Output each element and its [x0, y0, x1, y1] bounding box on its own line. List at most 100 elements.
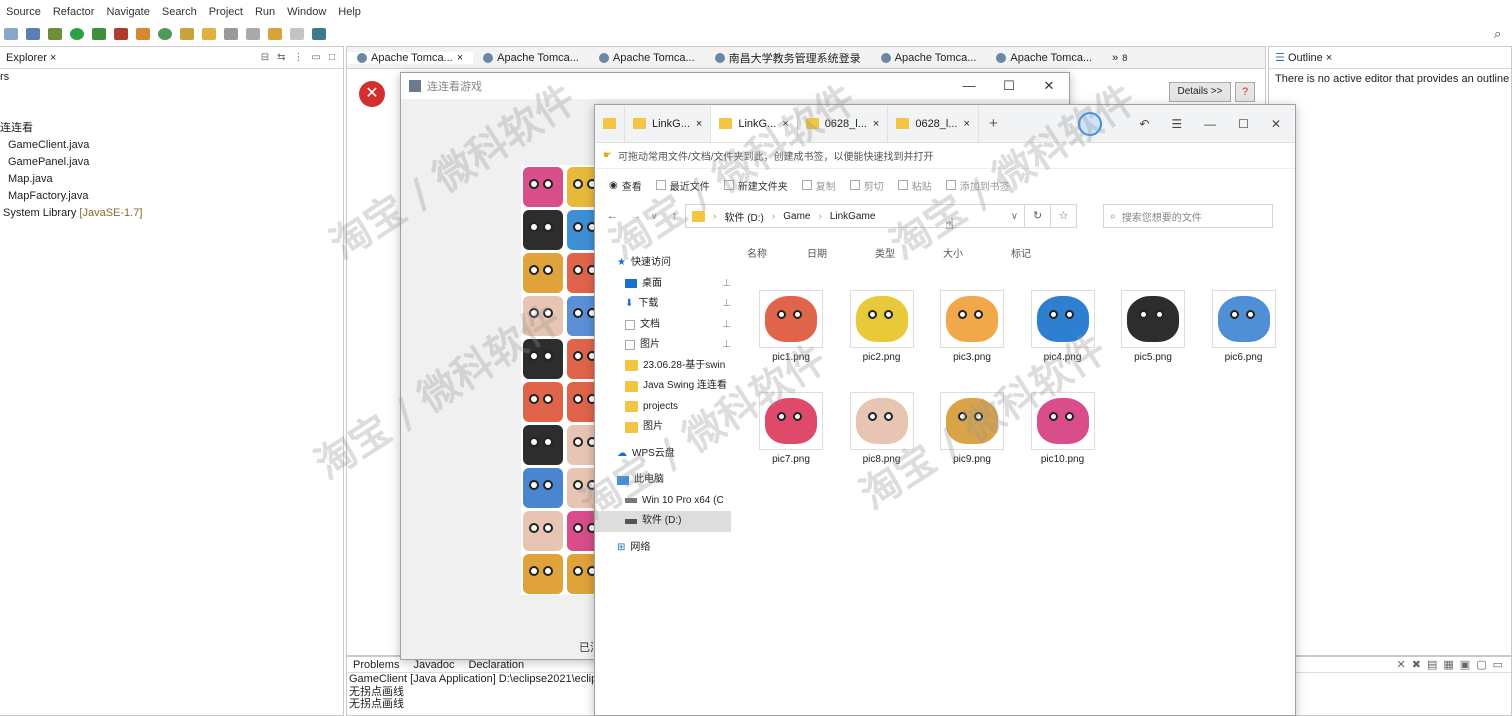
menu-source[interactable]: Source	[0, 0, 47, 24]
file-item[interactable]: pic1.png	[751, 290, 831, 363]
breadcrumb-game[interactable]: Game	[783, 211, 810, 222]
game-tile[interactable]	[523, 167, 563, 207]
fe-tab-1[interactable]: LinkG... ×	[625, 105, 712, 142]
recent-button[interactable]: 最近文件	[655, 178, 710, 193]
minimize-icon[interactable]: ▭	[312, 52, 321, 63]
menu-project[interactable]: Project	[203, 0, 249, 24]
help-icon[interactable]: ?	[1235, 82, 1255, 102]
close-icon[interactable]: ×	[457, 52, 463, 64]
nav-quick-access[interactable]: ★ 快速访问	[617, 253, 731, 274]
undo-icon[interactable]: ↶	[1139, 117, 1149, 131]
editor-tab-6[interactable]: Apache Tomca...	[986, 52, 1102, 64]
collapse-all-icon[interactable]: ⊟	[261, 52, 269, 63]
display-console-icon[interactable]: ▢	[1476, 658, 1486, 671]
debug-icon[interactable]	[48, 28, 62, 40]
cut-button[interactable]: 剪切	[849, 178, 884, 193]
editor-tab-1[interactable]: Apache Tomca... ×	[347, 51, 474, 64]
open-perspective-icon[interactable]	[312, 28, 326, 40]
column-type[interactable]: 类型	[875, 245, 943, 260]
paste-button[interactable]: 粘贴	[897, 178, 932, 193]
file-item[interactable]: pic8.png	[842, 392, 922, 465]
open-type-icon[interactable]	[180, 28, 194, 40]
open-console-icon[interactable]: ▭	[1493, 658, 1503, 671]
fe-home-tab[interactable]	[595, 105, 625, 142]
game-tile[interactable]	[523, 468, 563, 508]
game-tile[interactable]	[523, 296, 563, 336]
search-field[interactable]: ⌕ 搜索您想要的文件	[1103, 204, 1274, 228]
new-tab-button[interactable]: +	[979, 115, 1008, 132]
file-item[interactable]: pic3.png	[932, 290, 1012, 363]
tree-package[interactable]: 连连看	[0, 120, 343, 137]
search-tool-icon[interactable]	[202, 28, 216, 40]
back-arrow-icon[interactable]: ←	[607, 210, 618, 222]
nav-pictures[interactable]: 图片 ⊥	[617, 335, 731, 356]
clear-console-icon[interactable]: ▤	[1427, 658, 1437, 671]
pin-icon[interactable]: ⊥	[722, 315, 731, 335]
file-item[interactable]: pic10.png	[1023, 392, 1103, 465]
fe-tab-2[interactable]: LinkG... ×	[711, 105, 798, 142]
menu-navigate[interactable]: Navigate	[100, 0, 155, 24]
menu-refactor[interactable]: Refactor	[47, 0, 101, 24]
back-icon[interactable]	[268, 28, 282, 40]
nav-folder-javaswing[interactable]: Java Swing 连连看	[617, 376, 731, 397]
game-tile[interactable]	[523, 382, 563, 422]
view-menu-icon[interactable]: ⋮	[294, 52, 304, 63]
avatar[interactable]	[1077, 111, 1102, 136]
tree-file-mapfactory[interactable]: MapFactory.java	[0, 188, 343, 205]
close-icon[interactable]: ✕	[1029, 78, 1069, 94]
annotation-icon[interactable]	[224, 28, 238, 40]
pin-icon[interactable]: ⊥	[722, 274, 731, 294]
nav-drive-c[interactable]: Win 10 Pro x64 (C	[617, 491, 731, 512]
minimize-icon[interactable]: —	[1204, 117, 1216, 131]
forward-icon[interactable]	[290, 28, 304, 40]
nav-network[interactable]: ⊞ 网络	[617, 538, 731, 559]
tree-file-gameclient[interactable]: GameClient.java	[0, 137, 343, 154]
refresh-icon[interactable]: ↻	[1025, 204, 1052, 228]
tab-declaration[interactable]: Declaration	[468, 659, 524, 671]
print-icon[interactable]	[26, 28, 40, 40]
column-name[interactable]: 名称	[747, 245, 807, 260]
nav-downloads[interactable]: ⬇ 下载 ⊥	[617, 294, 731, 315]
fe-tab-4[interactable]: 0628_l... ×	[888, 105, 979, 142]
tree-item-frag[interactable]: rs	[0, 69, 343, 86]
column-tag[interactable]: 标记	[1011, 245, 1071, 260]
column-date[interactable]: 日期	[807, 245, 875, 260]
close-icon[interactable]: ×	[782, 118, 788, 130]
pin-console-icon[interactable]: ▣	[1460, 658, 1470, 671]
add-bookmark-button[interactable]: 添加到书签	[945, 178, 1010, 193]
file-item[interactable]: pic5.png	[1113, 290, 1193, 363]
new-package-icon[interactable]	[158, 28, 172, 40]
breadcrumb-drive[interactable]: 软件 (D:)	[724, 209, 763, 224]
editor-tab-3[interactable]: Apache Tomca...	[589, 52, 705, 64]
close-icon[interactable]: ×	[873, 118, 879, 130]
game-tile[interactable]	[523, 511, 563, 551]
tree-file-map[interactable]: Map.java	[0, 171, 343, 188]
nav-documents[interactable]: 文档 ⊥	[617, 315, 731, 336]
tree-file-gamepanel[interactable]: GamePanel.java	[0, 154, 343, 171]
column-size[interactable]: 大小	[943, 245, 1011, 260]
editor-tab-4[interactable]: 南昌大学教务管理系统登录	[705, 50, 871, 66]
tree-system-library[interactable]: System Library [JavaSE-1.7]	[0, 205, 343, 222]
forward-arrow-icon[interactable]: →	[630, 210, 641, 222]
tab-javadoc[interactable]: Javadoc	[413, 659, 454, 671]
game-tile[interactable]	[523, 339, 563, 379]
minimize-icon[interactable]: —	[949, 78, 989, 94]
explorer-tab[interactable]: Explorer ×	[0, 47, 62, 69]
scroll-lock-icon[interactable]: ▦	[1443, 658, 1453, 671]
editor-tab-overflow[interactable]: » 8	[1102, 52, 1137, 64]
menu-search[interactable]: Search	[156, 0, 203, 24]
view-button[interactable]: ◉ 查看	[609, 178, 642, 193]
terminate-icon[interactable]: ✕	[1397, 658, 1406, 671]
file-item[interactable]: pic2.png	[842, 290, 922, 363]
pin-icon[interactable]: ⊥	[722, 294, 731, 314]
outline-tab[interactable]: ☰ Outline ×	[1269, 47, 1338, 69]
nav-drive-d[interactable]: 软件 (D:)	[595, 511, 731, 532]
menu-run[interactable]: Run	[249, 0, 281, 24]
menu-window[interactable]: Window	[281, 0, 332, 24]
coverage-icon[interactable]	[92, 28, 106, 40]
maximize-icon[interactable]: ☐	[1238, 117, 1249, 131]
game-tile[interactable]	[523, 554, 563, 594]
nav-folder-projects[interactable]: projects	[617, 397, 731, 418]
maximize-icon[interactable]: □	[329, 52, 335, 63]
game-tile[interactable]	[523, 210, 563, 250]
